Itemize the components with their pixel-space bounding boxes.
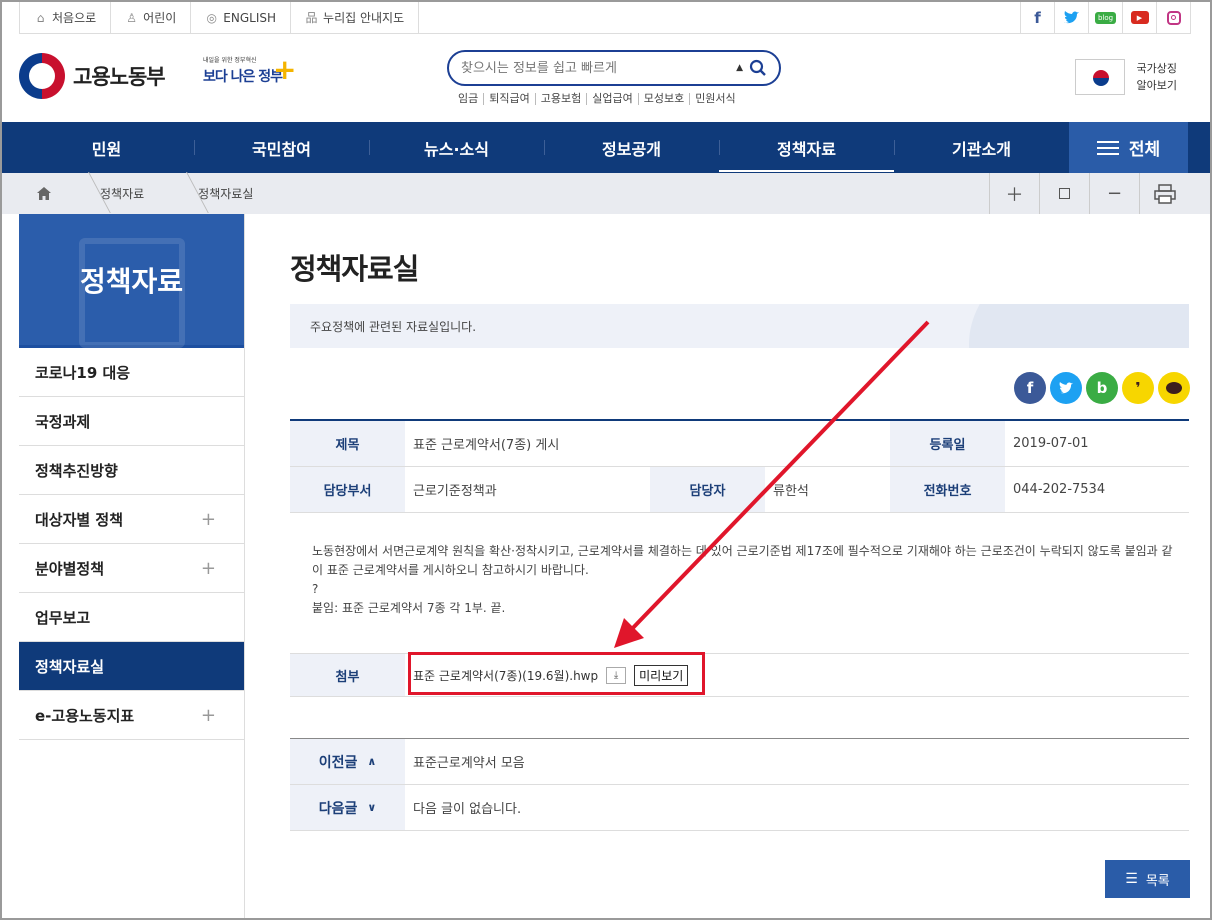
main-nav: 민원 국민참여 뉴스·소식 정보공개 정책자료 기관소개 전체 (2, 122, 1210, 173)
english-link[interactable]: ◎ ENGLISH (191, 2, 292, 33)
sidebar-item-field-policy[interactable]: 분야별정책 + (19, 544, 244, 593)
post-person: 류한석 (773, 484, 809, 499)
band-share-icon[interactable]: b (1086, 372, 1118, 404)
instagram-icon[interactable] (1157, 2, 1191, 33)
national-symbol-link[interactable]: 국가상징 알아보기 (1074, 59, 1177, 95)
twitter-icon[interactable] (1055, 2, 1089, 33)
twitter-share-icon[interactable] (1050, 372, 1082, 404)
post-dept: 근로기준정책과 (413, 484, 497, 499)
quick-link[interactable]: 임금 (453, 93, 485, 105)
home-link[interactable]: ⌂ 처음으로 (20, 2, 112, 33)
sidebar-item-covid[interactable]: 코로나19 대응 (19, 348, 244, 397)
sidebar-header: 정책자료 (19, 214, 244, 348)
sidebar-item-target-policy[interactable]: 대상자별 정책 + (19, 495, 244, 544)
sidebar-item-policy-archive[interactable]: 정책자료실 (19, 642, 244, 691)
page-title: 정책자료실 (290, 252, 419, 286)
print-icon[interactable] (1139, 173, 1189, 214)
search-icon[interactable] (749, 59, 767, 77)
highlight-box (408, 652, 705, 695)
kids-link[interactable]: ♙ 어린이 (111, 2, 192, 33)
attachment-row: 첨부 표준 근로계약서(7종)(19.6월).hwp ⤓ 미리보기 (290, 652, 1189, 697)
sidebar-item-e-indicators[interactable]: e-고용노동지표 + (19, 691, 244, 740)
chevron-down-icon: ∨ (367, 801, 377, 814)
blog-icon[interactable]: blog (1089, 2, 1123, 33)
breadcrumb-item[interactable]: 정책자료실 (166, 173, 275, 214)
gov-innovation-logo[interactable]: 내일을 위한 정부혁신 보다 나은 정부 + (203, 53, 303, 103)
post-date: 2019-07-01 (1013, 436, 1089, 451)
quick-link[interactable]: 고용보험 (536, 93, 588, 105)
sidebar-item-work-report[interactable]: 업무보고 (19, 593, 244, 642)
list-button[interactable]: ☰ 목록 (1105, 860, 1190, 898)
intro-banner: 주요정책에 관련된 자료실입니다. (290, 304, 1189, 348)
all-menu-button[interactable]: 전체 (1069, 122, 1188, 173)
taegeuk-logo-icon (19, 53, 65, 99)
quick-links: 임금 퇴직급여 고용보험 실업급여 모성보호 민원서식 (453, 93, 741, 105)
home-icon: ⌂ (36, 10, 45, 25)
nav-participation[interactable]: 국민참여 (194, 122, 369, 173)
post-info-table: 제목 표준 근로계약서(7종) 게시 등록일 2019-07-01 담당부서 근… (290, 419, 1189, 513)
home-icon[interactable] (19, 173, 68, 214)
menu-icon (1096, 140, 1119, 155)
sitemap-link[interactable]: 品 누리집 안내지도 (291, 2, 420, 33)
breadcrumb: 정책자료 정책자료실 ＋ − (2, 173, 1210, 214)
kakaotalk-share-icon[interactable] (1158, 372, 1190, 404)
youtube-icon[interactable]: ▶ (1123, 2, 1157, 33)
quick-link[interactable]: 퇴직급여 (484, 93, 536, 105)
person-icon: ♙ (126, 10, 138, 25)
next-post-text: 다음 글이 없습니다. (413, 802, 522, 817)
quick-link[interactable]: 모성보호 (639, 93, 691, 105)
chevron-up-icon: ∧ (367, 755, 377, 768)
ministry-logo[interactable]: 고용노동부 (19, 53, 166, 99)
korean-flag-icon (1074, 59, 1125, 95)
nav-about[interactable]: 기관소개 (894, 122, 1069, 173)
kakaostory-share-icon[interactable]: ❜ (1122, 372, 1154, 404)
post-body: 노동현장에서 서면근로계약 원칙을 확산·정착시키고, 근로계약서를 체결하는 … (312, 544, 1173, 615)
plus-icon[interactable]: + (201, 509, 216, 530)
plus-logo-icon: + (273, 53, 297, 86)
header: 고용노동부 내일을 위한 정부혁신 보다 나은 정부 + ▲ 임금 퇴직급여 고… (19, 35, 1191, 122)
sidebar-item-policy-direction[interactable]: 정책추진방향 (19, 446, 244, 495)
breadcrumb-item[interactable]: 정책자료 (68, 173, 166, 214)
prev-next-list: 이전글 ∧ 표준근로계약서 모음 다음글 ∨ 다음 글이 없습니다. (290, 738, 1189, 831)
share-buttons: f b ❜ (1014, 372, 1190, 404)
zoom-out-icon[interactable]: − (1089, 173, 1139, 214)
sidebar-item-national-tasks[interactable]: 국정과제 (19, 397, 244, 446)
quick-link[interactable]: 실업급여 (587, 93, 639, 105)
plus-icon[interactable]: + (201, 558, 216, 579)
zoom-in-icon[interactable]: ＋ (989, 173, 1039, 214)
caret-up-icon[interactable]: ▲ (736, 63, 743, 73)
plus-icon[interactable]: + (201, 705, 216, 726)
nav-policy-data[interactable]: 정책자료 (719, 122, 894, 173)
sidebar: 정책자료 코로나19 대응 국정과제 정책추진방향 대상자별 정책 + 분야별정책… (19, 214, 245, 918)
search-input[interactable] (461, 60, 737, 76)
nav-info-disclosure[interactable]: 정보공개 (544, 122, 719, 173)
facebook-icon[interactable]: f (1021, 2, 1055, 33)
list-icon: ☰ (1125, 871, 1138, 887)
sitemap-icon: 品 (305, 11, 318, 25)
zoom-reset-icon[interactable] (1039, 173, 1089, 214)
post-subject: 표준 근로계약서(7종) 게시 (413, 438, 560, 453)
nav-civil-service[interactable]: 민원 (19, 122, 194, 173)
utility-bar: ⌂ 처음으로 ♙ 어린이 ◎ ENGLISH 品 누리집 안내지도 f blog ▶ (19, 2, 1191, 34)
quick-link[interactable]: 민원서식 (690, 93, 740, 105)
prev-post-link[interactable]: 표준근로계약서 모음 (405, 739, 525, 784)
nav-news[interactable]: 뉴스·소식 (369, 122, 544, 173)
search-box: ▲ (447, 50, 781, 86)
facebook-share-icon[interactable]: f (1014, 372, 1046, 404)
globe-icon: ◎ (206, 10, 218, 25)
post-phone: 044-202-7534 (1013, 482, 1106, 497)
